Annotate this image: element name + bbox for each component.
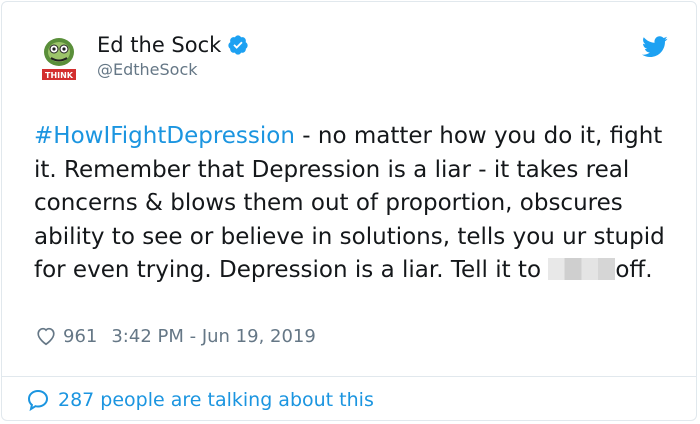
verified-badge-icon — [228, 35, 248, 55]
hashtag-link[interactable]: #HowIFightDepression — [34, 123, 295, 149]
svg-text:THINK: THINK — [45, 71, 74, 80]
tweet-body-end: off. — [615, 257, 653, 283]
tweet-card: THINK Ed the Sock @EdtheSock #HowIFightD… — [1, 1, 697, 421]
talking-label: 287 people are talking about this — [58, 389, 374, 411]
like-count[interactable]: 961 — [63, 326, 97, 347]
display-name[interactable]: Ed the Sock — [97, 33, 221, 57]
avatar[interactable]: THINK — [40, 36, 78, 82]
twitter-bird-icon[interactable] — [642, 36, 668, 58]
heart-icon[interactable] — [35, 325, 57, 347]
divider — [2, 376, 696, 377]
author-name-row: Ed the Sock — [97, 33, 249, 57]
tweet-text: #HowIFightDepression - no matter how you… — [34, 120, 674, 288]
speech-bubble-icon — [27, 389, 49, 412]
tweet-meta: 961 3:42 PM - Jun 19, 2019 — [35, 325, 316, 347]
timestamp[interactable]: 3:42 PM - Jun 19, 2019 — [111, 326, 315, 347]
conversation-link[interactable]: 287 people are talking about this — [26, 388, 374, 412]
author-handle[interactable]: @EdtheSock — [97, 60, 198, 79]
redacted-word — [548, 258, 616, 280]
